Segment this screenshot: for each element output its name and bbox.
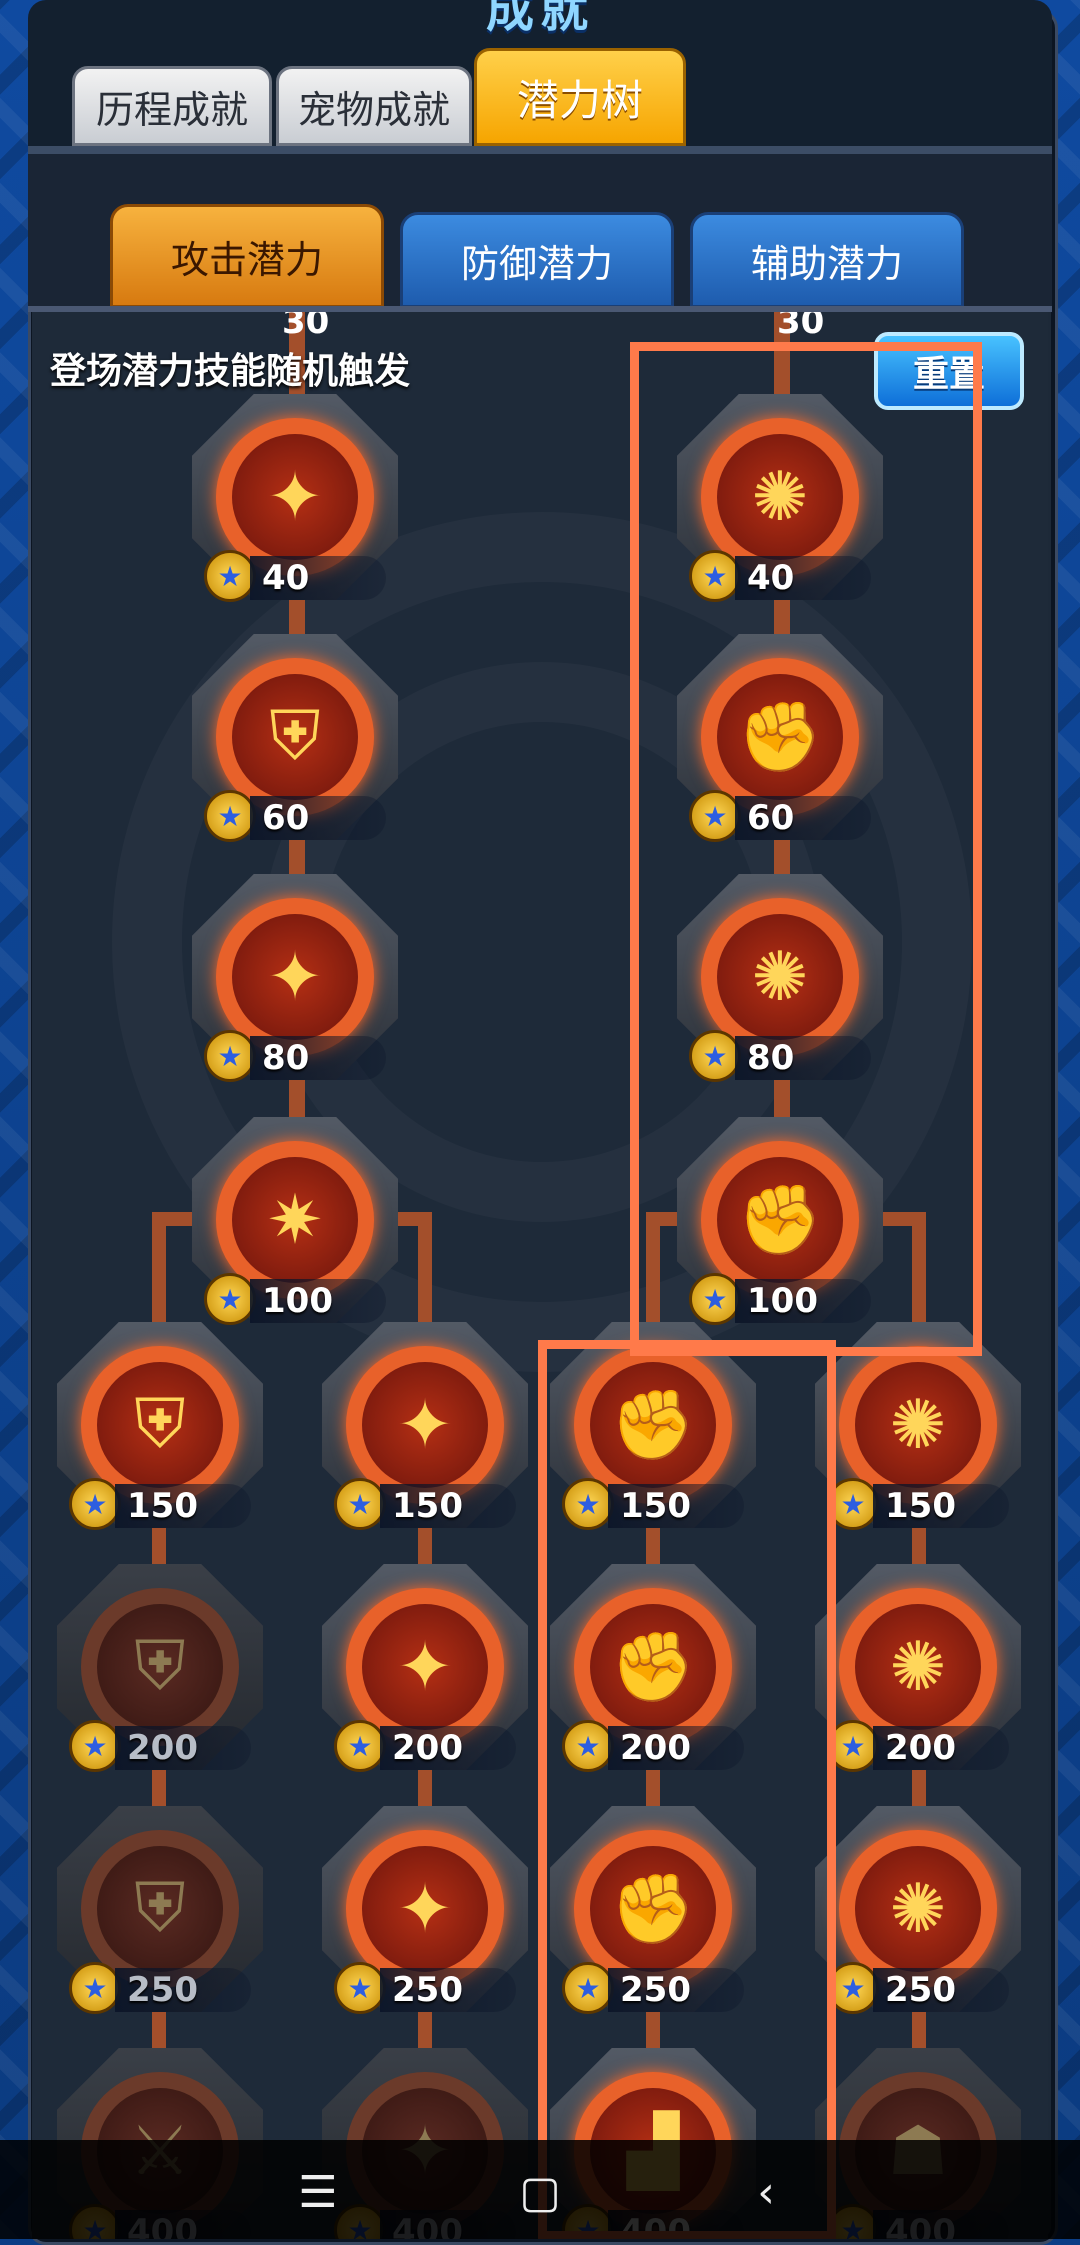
burst-icon: ✷ (232, 1157, 358, 1283)
node-level: 200 (115, 1726, 251, 1770)
explosion-icon: ✺ (855, 1846, 981, 1972)
skill-node-locked[interactable]: ⛨ ★ 250 (57, 1806, 263, 2014)
tab-journey-achievements[interactable]: 历程成就 (72, 66, 272, 146)
skill-node-locked[interactable]: ⛨ ★ 200 (57, 1564, 263, 1772)
potential-tree-view[interactable]: 30 30 登场潜力技能随机触发 重置 ✦ ★ 40 ⛨ ★ 60 ✦ ★ 80 ✷ ★ 100… (32, 312, 1048, 2239)
skill-node[interactable]: ✷ ★ 100 (192, 1117, 398, 1325)
tab-label: 宠物成就 (297, 87, 450, 132)
subtab-label: 防御潜力 (460, 241, 613, 286)
home-icon[interactable]: ▢ (500, 2152, 580, 2232)
back-icon[interactable]: ‹ (726, 2152, 806, 2232)
skill-node[interactable]: ✦ ★ 150 (322, 1322, 528, 1530)
skill-node[interactable]: ⛨ ★ 60 (192, 634, 398, 842)
skill-node[interactable]: ✺ ★ 250 (815, 1806, 1021, 2014)
shield-icon: ⛨ (97, 1362, 223, 1488)
skill-node[interactable]: ✦ ★ 80 (192, 874, 398, 1082)
skill-node[interactable]: ✦ ★ 40 (192, 394, 398, 602)
tab-pet-achievements[interactable]: 宠物成就 (276, 66, 472, 146)
menu-icon[interactable]: ☰ (278, 2152, 358, 2232)
node-level: 40 (250, 556, 386, 600)
medal-icon: ★ (69, 1962, 121, 2014)
highlight-box (538, 1340, 836, 2239)
node-level: 150 (115, 1484, 251, 1528)
subtab-defense-potential[interactable]: 防御潜力 (400, 212, 674, 308)
medal-icon: ★ (204, 1273, 256, 1325)
node-level: 150 (380, 1484, 516, 1528)
node-level: 250 (115, 1968, 251, 2012)
medal-icon: ★ (69, 1720, 121, 1772)
medal-icon: ★ (69, 1478, 121, 1530)
node-level: 100 (250, 1279, 386, 1323)
medal-icon: ★ (204, 790, 256, 842)
explosion-icon: ✺ (855, 1362, 981, 1488)
node-level: 200 (873, 1726, 1009, 1770)
node-level: 60 (250, 796, 386, 840)
skill-node[interactable]: ✦ ★ 250 (322, 1806, 528, 2014)
shield-icon: ⛨ (97, 1604, 223, 1730)
subtab-label: 辅助潜力 (750, 241, 903, 286)
partial-level: 30 (777, 312, 825, 342)
node-level: 200 (380, 1726, 516, 1770)
page-title: 成就 (485, 0, 594, 38)
whirl-icon: ✦ (232, 914, 358, 1040)
medal-icon: ★ (204, 550, 256, 602)
whirl-icon: ✦ (362, 1362, 488, 1488)
medal-icon: ★ (204, 1030, 256, 1082)
subtab-attack-potential[interactable]: 攻击潜力 (110, 204, 384, 308)
explosion-icon: ✺ (855, 1604, 981, 1730)
medal-icon: ★ (334, 1720, 386, 1772)
medal-icon: ★ (334, 1962, 386, 2014)
tab-potential-tree[interactable]: 潜力树 (474, 48, 686, 146)
skill-node[interactable]: ⛨ ★ 150 (57, 1322, 263, 1530)
shield-icon: ⛨ (232, 674, 358, 800)
whirl-icon: ✦ (362, 1846, 488, 1972)
node-level: 80 (250, 1036, 386, 1080)
subtab-label: 攻击潜力 (170, 237, 323, 282)
tab-label: 潜力树 (516, 75, 643, 125)
shield-icon: ⛨ (97, 1846, 223, 1972)
whirl-icon: ✦ (362, 1604, 488, 1730)
medal-icon: ★ (334, 1478, 386, 1530)
skill-node[interactable]: ✦ ★ 200 (322, 1564, 528, 1772)
node-level: 250 (873, 1968, 1009, 2012)
highlight-box (630, 342, 982, 1356)
hint-text: 登场潜力技能随机触发 (50, 351, 411, 392)
node-level: 250 (380, 1968, 516, 2012)
tab-label: 历程成就 (95, 87, 248, 132)
subtab-support-potential[interactable]: 辅助潜力 (690, 212, 964, 308)
tab-divider (28, 146, 1052, 154)
skill-node[interactable]: ✺ ★ 200 (815, 1564, 1021, 1772)
partial-level: 30 (282, 312, 330, 342)
node-level: 150 (873, 1484, 1009, 1528)
whirl-icon: ✦ (232, 434, 358, 560)
